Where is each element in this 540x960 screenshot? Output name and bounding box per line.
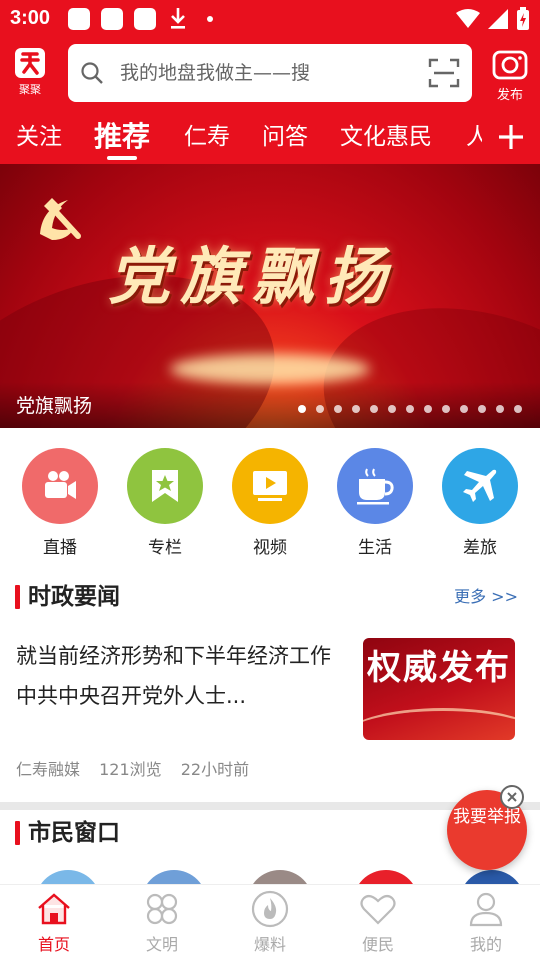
camera-icon (492, 50, 528, 80)
app-logo-label: 聚聚 (19, 83, 41, 96)
download-icon (171, 8, 185, 29)
quick-link-label: 差旅 (463, 538, 497, 558)
thumbnail-decoration (363, 708, 515, 740)
publish-label: 发布 (496, 88, 523, 103)
news-time: 22小时前 (180, 760, 250, 779)
notification-icon (134, 8, 156, 30)
plus-icon (499, 125, 523, 149)
top-header: 聚聚 我的地盘我做主——搜 发布 (0, 38, 540, 110)
quick-links: 直播 专栏 视频 生活 差旅 (0, 428, 540, 558)
bottom-navigation: 首页 文明 爆料 便民 我的 (0, 884, 540, 960)
news-thumbnail[interactable]: 权威发布 (363, 638, 515, 740)
banner-decoration (170, 354, 370, 384)
news-source: 仁寿融媒 (16, 760, 81, 779)
search-input[interactable]: 我的地盘我做主——搜 (120, 44, 310, 102)
video-camera-icon (22, 448, 98, 524)
nav-label: 文明 (145, 935, 178, 954)
signal-icon (488, 9, 508, 29)
quick-link-label: 专栏 (148, 538, 182, 558)
tab-renshou[interactable]: 仁寿 (184, 110, 230, 164)
bookmark-star-icon (127, 448, 203, 524)
search-icon (81, 62, 103, 84)
tab-culture[interactable]: 文化惠民 (340, 110, 432, 164)
active-tab-indicator (107, 156, 137, 160)
news-meta: 仁寿融媒 121浏览 22小时前 (16, 756, 263, 780)
tab-qa[interactable]: 问答 (262, 110, 308, 164)
app-logo-button[interactable]: 聚聚 (10, 46, 50, 102)
nav-home[interactable]: 首页 (14, 889, 94, 955)
carousel-dot[interactable] (496, 405, 504, 413)
heart-icon (360, 894, 396, 925)
section-accent-bar (15, 821, 20, 845)
nav-label: 我的 (469, 935, 502, 954)
carousel-dot[interactable] (352, 405, 360, 413)
app-logo-icon (15, 48, 45, 78)
banner-carousel[interactable]: 党旗飘扬 党旗飘扬 (0, 164, 540, 428)
carousel-dot[interactable] (388, 405, 396, 413)
nav-label: 爆料 (253, 935, 286, 954)
clover-icon (146, 893, 178, 925)
more-notifications-icon (207, 16, 213, 22)
close-icon[interactable] (500, 785, 524, 809)
news-title[interactable]: 就当前经济形势和下半年经济工作 中共中央召开党外人士... (16, 636, 336, 716)
nav-services[interactable]: 便民 (338, 889, 418, 955)
status-bar: 3:00 (0, 0, 540, 38)
quick-link-video[interactable]: 视频 (230, 448, 310, 558)
publish-button[interactable]: 发布 (486, 46, 534, 103)
carousel-dot[interactable] (316, 405, 324, 413)
battery-icon (517, 7, 529, 30)
quick-link-live[interactable]: 直播 (20, 448, 100, 558)
wifi-icon (456, 9, 480, 28)
quick-link-label: 视频 (253, 538, 287, 558)
carousel-indicator (298, 405, 522, 413)
notification-icon (101, 8, 123, 30)
news-views: 121浏览 (99, 760, 162, 779)
quick-link-travel[interactable]: 差旅 (440, 448, 520, 558)
carousel-dot[interactable] (298, 405, 306, 413)
tab-follow[interactable]: 关注 (16, 110, 62, 164)
carousel-dot[interactable] (460, 405, 468, 413)
status-time: 3:00 (10, 7, 51, 29)
section-header-news: 时政要闻 更多 >> (0, 577, 540, 617)
add-tab-button[interactable] (482, 110, 540, 164)
quick-link-label: 生活 (358, 538, 392, 558)
section-title: 时政要闻 (28, 584, 120, 610)
flame-icon (251, 890, 289, 928)
category-tabs: 关注 推荐 仁寿 问答 文化惠民 人 (0, 110, 540, 164)
nav-report-news[interactable]: 爆料 (230, 889, 310, 955)
news-card[interactable]: 就当前经济形势和下半年经济工作 中共中央召开党外人士... 权威发布 仁寿融媒 … (0, 632, 540, 800)
hammer-sickle-icon (40, 198, 81, 240)
nav-label: 首页 (37, 935, 70, 954)
more-link[interactable]: 更多 >> (454, 577, 518, 617)
home-icon (38, 893, 70, 925)
nav-profile[interactable]: 我的 (446, 889, 526, 955)
carousel-dot[interactable] (424, 405, 432, 413)
quick-link-life[interactable]: 生活 (335, 448, 415, 558)
airplane-icon (442, 448, 518, 524)
banner-caption: 党旗飘扬 (16, 395, 93, 417)
banner-title: 党旗飘扬 (108, 240, 397, 313)
coffee-cup-icon (337, 448, 413, 524)
notification-icon (68, 8, 90, 30)
quick-link-column[interactable]: 专栏 (125, 448, 205, 558)
carousel-dot[interactable] (334, 405, 342, 413)
search-bar[interactable]: 我的地盘我做主——搜 (68, 44, 472, 102)
carousel-dot[interactable] (442, 405, 450, 413)
carousel-dot[interactable] (370, 405, 378, 413)
thumbnail-text: 权威发布 (367, 648, 511, 688)
section-title: 市民窗口 (28, 820, 120, 846)
scan-icon[interactable] (428, 57, 460, 89)
nav-label: 便民 (361, 935, 394, 954)
carousel-dot[interactable] (478, 405, 486, 413)
play-screen-icon (232, 448, 308, 524)
carousel-dot[interactable] (406, 405, 414, 413)
quick-link-label: 直播 (43, 538, 77, 558)
carousel-dot[interactable] (514, 405, 522, 413)
user-icon (469, 892, 503, 927)
nav-civilization[interactable]: 文明 (122, 889, 202, 955)
section-accent-bar (15, 585, 20, 609)
